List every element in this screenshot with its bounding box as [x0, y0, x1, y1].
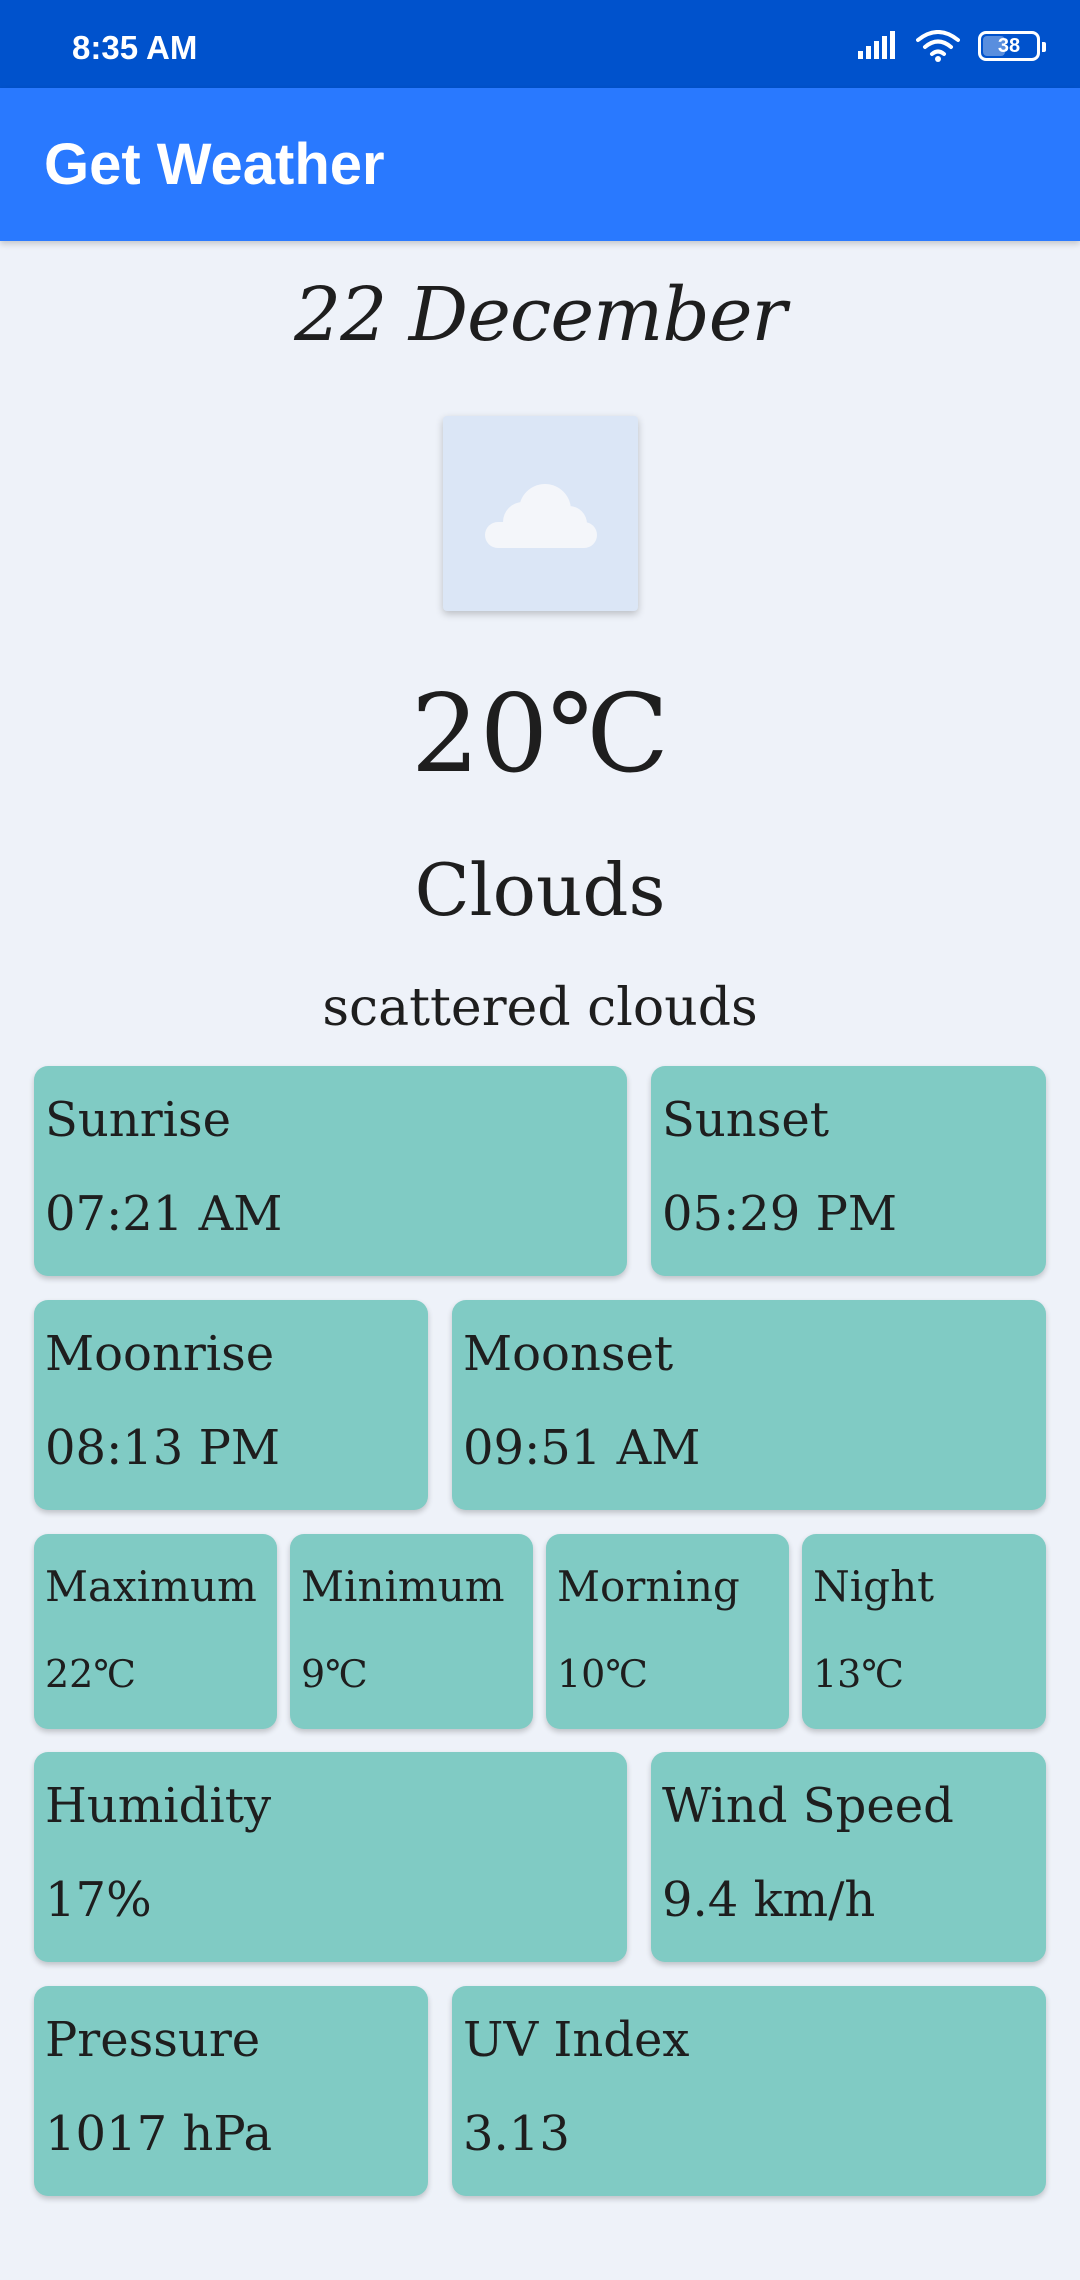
minimum-value: 9℃: [301, 1652, 368, 1696]
app-bar: Get Weather: [0, 88, 1080, 241]
wind-speed-label: Wind Speed: [662, 1778, 954, 1834]
minimum-card: Minimum 9℃: [290, 1534, 533, 1729]
maximum-value: 22℃: [45, 1652, 136, 1696]
wind-speed-card: Wind Speed 9.4 km/h: [651, 1752, 1046, 1962]
sunrise-value: 07:21 AM: [45, 1186, 283, 1242]
sunrise-card: Sunrise 07:21 AM: [34, 1066, 627, 1276]
uv-index-value: 3.13: [463, 2106, 570, 2162]
moonrise-value: 08:13 PM: [45, 1420, 281, 1476]
night-card: Night 13℃: [802, 1534, 1046, 1729]
sunset-value: 05:29 PM: [662, 1186, 898, 1242]
battery-icon: 38: [978, 31, 1046, 61]
uv-index-card: UV Index 3.13: [452, 1986, 1046, 2196]
morning-label: Morning: [557, 1562, 740, 1611]
sunset-card: Sunset 05:29 PM: [651, 1066, 1046, 1276]
humidity-card: Humidity 17%: [34, 1752, 627, 1962]
sunrise-label: Sunrise: [45, 1092, 232, 1148]
status-time: 8:35 AM: [72, 29, 198, 66]
maximum-card: Maximum 22℃: [34, 1534, 277, 1729]
morning-value: 10℃: [557, 1652, 648, 1696]
humidity-value: 17%: [45, 1872, 152, 1928]
humidity-label: Humidity: [45, 1778, 272, 1834]
maximum-label: Maximum: [45, 1562, 257, 1611]
signal-icon: [858, 31, 895, 59]
status-icons: 38: [856, 28, 1046, 64]
date-heading: 22 December: [294, 272, 787, 358]
wifi-icon: [916, 30, 960, 62]
minimum-label: Minimum: [301, 1562, 505, 1611]
moonrise-label: Moonrise: [45, 1326, 275, 1382]
cloud-icon: [484, 483, 597, 548]
pressure-value: 1017 hPa: [45, 2106, 273, 2162]
moonset-label: Moonset: [463, 1326, 674, 1382]
app-title: Get Weather: [44, 132, 385, 197]
moonset-card: Moonset 09:51 AM: [452, 1300, 1046, 1510]
pressure-label: Pressure: [45, 2012, 261, 2068]
weather-icon-box: [443, 416, 638, 611]
moonset-value: 09:51 AM: [463, 1420, 701, 1476]
sunset-label: Sunset: [662, 1092, 830, 1148]
pressure-card: Pressure 1017 hPa: [34, 1986, 428, 2196]
status-bar: 8:35 AM 38: [0, 0, 1080, 88]
uv-index-label: UV Index: [463, 2012, 690, 2068]
night-value: 13℃: [813, 1652, 904, 1696]
wind-speed-value: 9.4 km/h: [662, 1872, 876, 1928]
temperature: 20℃: [410, 672, 670, 797]
night-label: Night: [813, 1562, 934, 1611]
moonrise-card: Moonrise 08:13 PM: [34, 1300, 428, 1510]
battery-level: 38: [997, 34, 1021, 57]
weather-description: scattered clouds: [322, 978, 758, 1038]
weather-main: Clouds: [414, 848, 666, 932]
morning-card: Morning 10℃: [546, 1534, 789, 1729]
